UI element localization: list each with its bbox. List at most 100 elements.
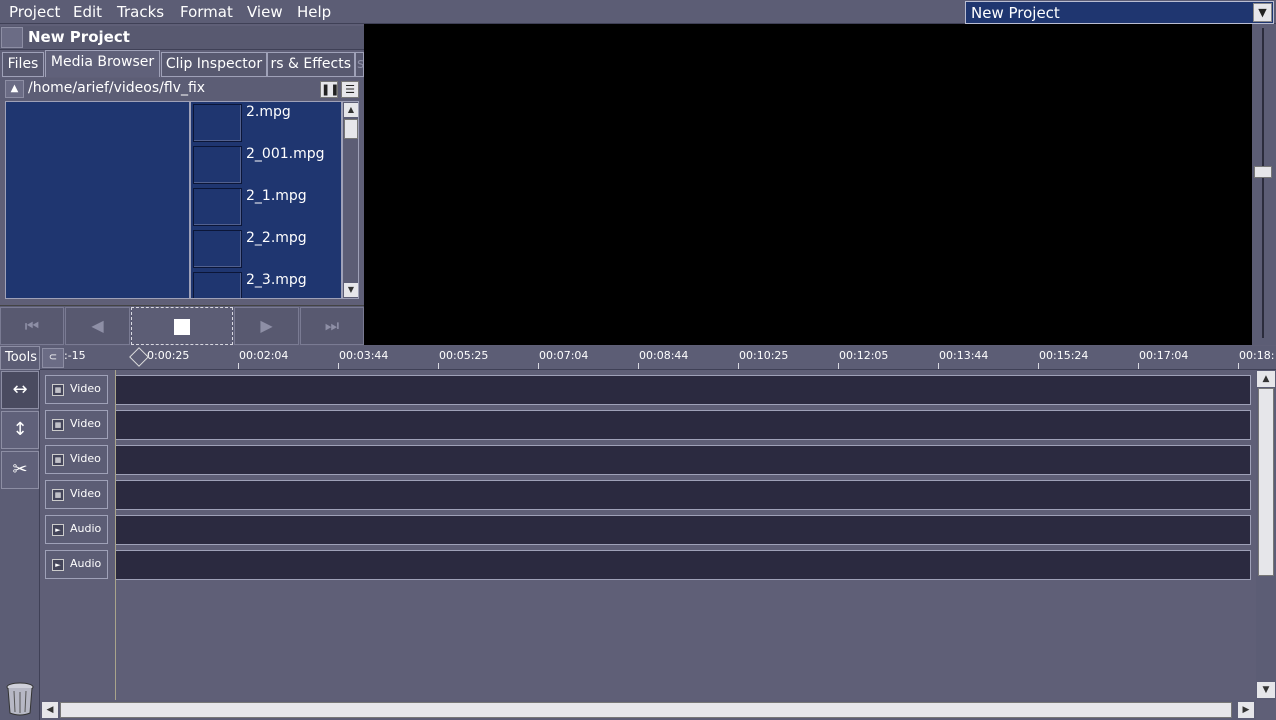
folder-up-icon[interactable]: ▲ (5, 80, 24, 98)
list-item[interactable]: 2_001.mpg (191, 144, 341, 186)
film-icon: ▦ (52, 454, 64, 466)
ruler-tick (938, 363, 939, 369)
horizontal-arrows-icon: ↔ (12, 379, 28, 400)
ruler-tick (738, 363, 739, 369)
tab-files[interactable]: Files (2, 52, 44, 77)
track-header-audio[interactable]: ► Audio (45, 550, 108, 579)
snap-icon[interactable]: ⊂ (42, 348, 64, 368)
track-lane-video[interactable] (115, 480, 1251, 510)
list-item[interactable]: 2_2.mpg (191, 228, 341, 270)
ruler-tick-label: 00:02:04 (239, 349, 289, 362)
scrollbar-thumb[interactable] (1258, 388, 1274, 576)
go-end-button[interactable]: ⏭ (300, 307, 364, 345)
timeline-horizontal-scrollbar[interactable]: ◀ ▶ (40, 700, 1256, 720)
scroll-down-icon[interactable]: ▼ (344, 283, 358, 297)
scroll-left-icon[interactable]: ◀ (42, 702, 58, 718)
ruler-tick (638, 363, 639, 369)
timeline-ruler[interactable]: ⊂ :-15 0:00:25 00:02:04 00:03:44 00:05:2… (40, 346, 1276, 370)
razor-icon: ✂ (12, 459, 28, 480)
chevron-down-icon[interactable]: ▼ (1253, 3, 1272, 22)
current-path: /home/arief/videos/flv_fix (28, 80, 206, 96)
track-lane-audio[interactable] (115, 550, 1251, 580)
project-select[interactable]: New Project ▼ (965, 1, 1274, 24)
list-view-icon[interactable]: ☰ (341, 81, 359, 98)
menu-edit[interactable]: Edit (73, 3, 102, 21)
scrollbar-thumb[interactable] (344, 119, 358, 139)
panel-menu-button[interactable] (1, 27, 23, 48)
icon-view-icon[interactable]: ❚❚ (320, 81, 339, 98)
ruler-tick-label: 0:00:25 (147, 349, 190, 362)
scroll-up-icon[interactable]: ▲ (1257, 371, 1275, 387)
menu-view[interactable]: View (247, 3, 283, 21)
ruler-tick (238, 363, 239, 369)
panel-title-bar: New Project (0, 26, 364, 50)
list-item[interactable]: 2.mpg (191, 102, 341, 144)
slider-handle[interactable] (1254, 166, 1272, 178)
list-item[interactable]: 2_3.mpg (191, 270, 341, 298)
file-list-scrollbar[interactable]: ▲ ▼ (342, 101, 359, 299)
file-name: 2_2.mpg (246, 230, 307, 246)
ruler-tick-label: 00:17:04 (1139, 349, 1189, 362)
file-name: 2.mpg (246, 104, 291, 120)
scroll-right-icon[interactable]: ▶ (1238, 702, 1254, 718)
trash-icon[interactable] (5, 682, 35, 716)
playhead-marker[interactable] (129, 347, 149, 367)
ruler-tick (438, 363, 439, 369)
slider-track (1262, 28, 1264, 338)
scrollbar-thumb[interactable] (60, 702, 1232, 718)
ruler-tick (838, 363, 839, 369)
step-forward-icon: ▶ (260, 316, 273, 335)
track-header-video[interactable]: ▦ Video (45, 480, 108, 509)
select-tool-button[interactable]: ↔ (1, 371, 39, 409)
thumbnail (193, 272, 242, 298)
project-select-value: New Project (971, 4, 1060, 22)
tab-media-browser[interactable]: Media Browser (45, 50, 160, 77)
menu-help[interactable]: Help (297, 3, 331, 21)
track-lane-audio[interactable] (115, 515, 1251, 545)
viewer-volume-slider[interactable] (1252, 24, 1276, 345)
play-stop-button[interactable] (131, 307, 233, 345)
track-header-audio[interactable]: ► Audio (45, 515, 108, 544)
ruler-tick-label: 00:18: (1239, 349, 1275, 362)
track-lane-video[interactable] (115, 445, 1251, 475)
stop-icon (174, 318, 190, 335)
timeline-tracks: ▦ Video ▦ Video ▦ Video ▦ Video ► Audio … (40, 370, 1256, 700)
speaker-icon: ► (52, 559, 64, 571)
panel-title: New Project (28, 28, 130, 46)
spacer-tool-button[interactable]: ↕ (1, 411, 39, 449)
go-start-button[interactable]: ⏮ (0, 307, 64, 345)
menu-project[interactable]: Project (9, 3, 60, 21)
file-list[interactable]: 2.mpg 2_001.mpg 2_1.mpg 2_2.mpg 2_3.mpg (190, 101, 342, 299)
tab-clip-inspector[interactable]: Clip Inspector (161, 52, 267, 77)
scroll-down-icon[interactable]: ▼ (1257, 682, 1275, 698)
ruler-tick (1138, 363, 1139, 369)
timeline-vertical-scrollbar[interactable]: ▲ ▼ (1256, 370, 1276, 700)
scroll-up-icon[interactable]: ▲ (344, 103, 358, 117)
folder-tree[interactable] (5, 101, 190, 299)
track-lane-video[interactable] (115, 410, 1251, 440)
step-forward-button[interactable]: ▶ (234, 307, 299, 345)
ruler-tick-label: 00:12:05 (839, 349, 889, 362)
ruler-tick-label: 00:13:44 (939, 349, 989, 362)
speaker-icon: ► (52, 524, 64, 536)
list-item[interactable]: 2_1.mpg (191, 186, 341, 228)
menu-tracks[interactable]: Tracks (117, 3, 164, 21)
track-label: Video (70, 452, 101, 465)
video-viewer[interactable] (364, 24, 1252, 345)
tab-overflow[interactable]: s (355, 52, 364, 77)
tab-filters-effects[interactable]: rs & Effects (267, 52, 355, 77)
step-back-button[interactable]: ◀ (65, 307, 130, 345)
menu-format[interactable]: Format (180, 3, 233, 21)
track-header-video[interactable]: ▦ Video (45, 445, 108, 474)
razor-tool-button[interactable]: ✂ (1, 451, 39, 489)
ruler-tick-label: 00:10:25 (739, 349, 789, 362)
ruler-tick-label: :-15 (64, 349, 86, 362)
track-header-video[interactable]: ▦ Video (45, 375, 108, 404)
file-name: 2_1.mpg (246, 188, 307, 204)
thumbnail (193, 188, 242, 226)
film-icon: ▦ (52, 384, 64, 396)
track-label: Video (70, 487, 101, 500)
track-header-video[interactable]: ▦ Video (45, 410, 108, 439)
track-lane-video[interactable] (115, 375, 1251, 405)
ruler-tick-label: 00:05:25 (439, 349, 489, 362)
